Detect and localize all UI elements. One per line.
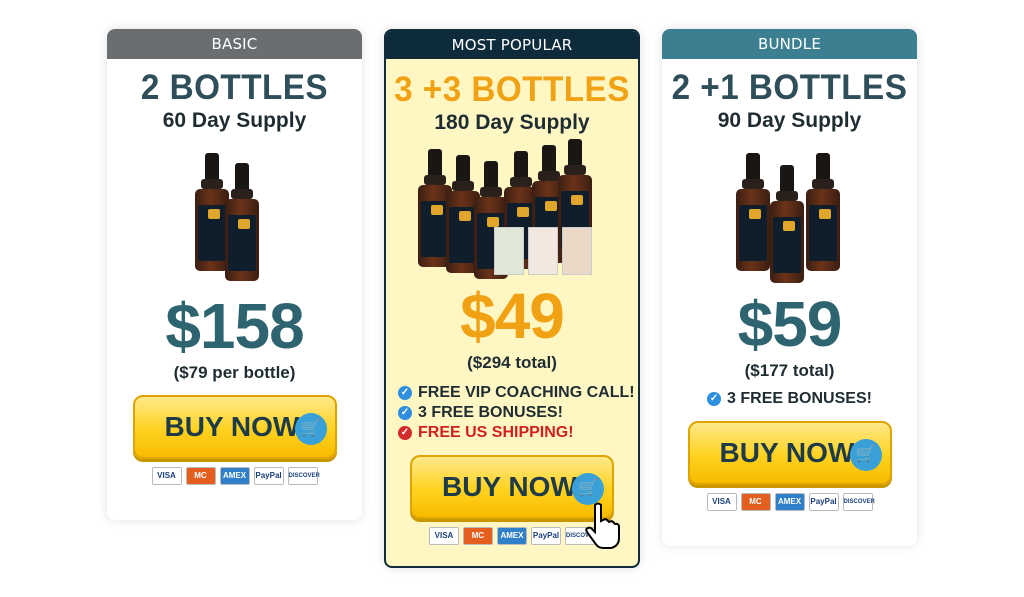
cart-icon: 🛒 [849, 439, 882, 471]
benefits-list: ✓ 3 FREE BONUSES! [662, 389, 917, 409]
plan-price-note: ($294 total) [467, 353, 557, 372]
plan-header: MOST POPULAR [386, 31, 638, 59]
paypal-icon: PayPal [253, 467, 284, 485]
benefit-item: ✓ FREE US SHIPPING! [398, 423, 638, 443]
product-image [662, 143, 917, 291]
bottle-image [225, 163, 259, 281]
pointer-hand-icon [585, 502, 620, 549]
plan-card-popular: MOST POPULAR 3 +3 BOTTLES 180 Day Supply… [384, 29, 640, 568]
visa-icon: VISA [151, 467, 182, 485]
product-image [107, 143, 362, 293]
plan-price-note: ($79 per bottle) [173, 363, 296, 382]
buy-now-label: BUY NOW [719, 437, 855, 468]
plan-quantity: 2 +1 BOTTLES [671, 68, 908, 107]
plan-price: $49 [460, 280, 565, 352]
discover-icon: DISCOVER [842, 493, 875, 511]
paypal-icon: PayPal [808, 493, 839, 511]
bottle-image [806, 153, 840, 271]
plan-card-basic: BASIC 2 BOTTLES 60 Day Supply $158 ($79 … [107, 29, 362, 520]
payment-methods: VISA MC AMEX PayPal DISCOVER [107, 467, 362, 485]
paypal-icon: PayPal [531, 527, 561, 545]
check-icon: ✓ [398, 426, 412, 440]
mastercard-icon: MC [463, 527, 493, 545]
check-icon: ✓ [398, 386, 412, 400]
plan-supply: 60 Day Supply [162, 109, 307, 132]
plan-price: $59 [737, 288, 843, 360]
bottle-image [736, 153, 770, 271]
benefit-item: ✓ FREE VIP COACHING CALL! [398, 383, 638, 403]
benefit-text: FREE US SHIPPING! [418, 424, 574, 441]
mastercard-icon: MC [185, 467, 216, 485]
plan-header: BUNDLE [662, 29, 917, 59]
buy-now-button[interactable]: BUY NOW 🛒 [687, 421, 892, 485]
amex-icon: AMEX [219, 467, 250, 485]
bottle-image [770, 165, 804, 283]
bonus-book [562, 227, 592, 275]
plan-price-note: ($177 total) [744, 361, 835, 380]
plan-quantity: 3 +3 BOTTLES [394, 70, 630, 109]
visa-icon: VISA [429, 527, 459, 545]
bonus-book [528, 227, 558, 275]
benefit-item: ✓ 3 FREE BONUSES! [398, 403, 638, 423]
discover-icon: DISCOVER [287, 467, 320, 485]
plan-supply: 90 Day Supply [717, 109, 862, 132]
benefit-text: 3 FREE BONUSES! [418, 404, 563, 421]
product-image [386, 139, 638, 283]
plan-header: BASIC [107, 29, 362, 59]
plan-card-bundle: BUNDLE 2 +1 BOTTLES 90 Day Supply $59 ($… [662, 29, 917, 546]
benefits-list: ✓ FREE VIP COACHING CALL! ✓ 3 FREE BONUS… [398, 383, 638, 443]
buy-now-label: BUY NOW [442, 471, 577, 502]
plan-supply: 180 Day Supply [434, 111, 590, 134]
payment-methods: VISA MC AMEX PayPal DISCOVER [662, 493, 917, 511]
visa-icon: VISA [706, 493, 737, 511]
benefit-item: ✓ 3 FREE BONUSES! [662, 389, 917, 409]
plan-quantity: 2 BOTTLES [140, 68, 329, 107]
amex-icon: AMEX [497, 527, 527, 545]
plan-price: $158 [165, 290, 304, 362]
check-icon: ✓ [398, 406, 412, 420]
bottle-image [195, 153, 229, 271]
check-icon: ✓ [707, 392, 722, 406]
cart-icon: 🛒 [294, 413, 327, 445]
bonus-books-image [494, 215, 594, 275]
bonus-book [494, 227, 524, 275]
buy-now-label: BUY NOW [164, 411, 300, 442]
buy-now-button[interactable]: BUY NOW 🛒 [132, 395, 337, 459]
benefit-text: 3 FREE BONUSES! [727, 390, 872, 407]
mastercard-icon: MC [740, 493, 771, 511]
benefit-text: FREE VIP COACHING CALL! [418, 384, 635, 401]
amex-icon: AMEX [774, 493, 805, 511]
